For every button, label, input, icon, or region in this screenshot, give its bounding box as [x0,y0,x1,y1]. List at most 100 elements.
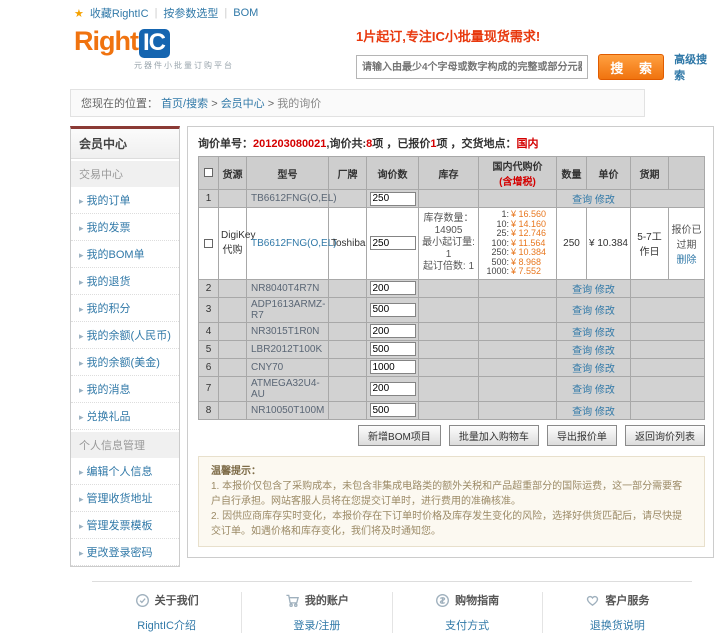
quote-brand: Toshiba [329,208,367,280]
logo[interactable]: RightIC 元器件小批量订购平台 [74,26,320,83]
sidebar-item-my-bom[interactable]: ▸我的BOM单 [71,241,179,268]
row-number: 4 [199,322,219,340]
sidebar: 会员中心 交易中心 ▸我的订单 ▸我的发票 ▸我的BOM单 ▸我的退货 ▸我的积… [70,126,180,567]
query-link[interactable]: 查询 [572,385,592,396]
arrow-icon: ▸ [79,277,84,287]
arrow-icon: ▸ [79,223,84,233]
inquiry-qty-input[interactable] [370,360,416,374]
footer-link-payment-methods[interactable]: 支付方式 [445,617,489,633]
query-link[interactable]: 查询 [572,407,592,418]
sidebar-item-invoice-templates[interactable]: ▸管理发票模板 [71,512,179,539]
favorite-link[interactable]: 收藏RightIC [90,5,149,21]
breadcrumb-home-link[interactable]: 首页/搜索 [161,98,208,110]
search-input[interactable] [356,55,588,79]
quote-lead-time: 5-7工作日 [631,208,669,280]
inquiry-number: 201203080021 [253,138,326,150]
sidebar-item-gifts[interactable]: ▸兑换礼品 [71,403,179,430]
footer-link-rightic-intro[interactable]: RightIC介绍 [137,617,196,633]
breadcrumb-current: 我的询价 [277,98,321,110]
row-model: NR10050T100M [247,401,329,419]
footer-label: 关于我们 [155,592,199,608]
param-select-link[interactable]: 按参数选型 [163,5,218,21]
content-panel: 询价单号：201203080021,询价共:8项 ，已报价1项 ，交货地点：国内… [187,126,714,558]
inquiry-qty-input[interactable] [370,303,416,317]
notice-line: 2. 因供应商库存实时变化，本报价存在下订单时价格及库存发生变化的风险，选择好供… [211,509,692,539]
sidebar-item-edit-profile[interactable]: ▸编辑个人信息 [71,458,179,485]
footer-link-return-policy[interactable]: 退换货说明 [590,617,645,633]
separator: | [224,7,227,19]
back-to-inquiry-list-button[interactable]: 返回询价列表 [625,425,705,446]
sidebar-item-my-messages[interactable]: ▸我的消息 [71,376,179,403]
row-model: NR3015T1R0N [247,322,329,340]
col-actions [669,157,705,190]
breadcrumb-member-link[interactable]: 会员中心 [221,98,265,110]
inquiry-table: 货源 型号 厂牌 询价数 库存 国内代购价(含增税) 数量 单价 货期 1 [198,156,705,420]
quote-model-link[interactable]: TB6612FNG(O,EL) [251,238,337,249]
quote-qty-input[interactable] [370,236,416,250]
modify-link[interactable]: 修改 [595,195,615,206]
col-source: 货源 [219,157,247,190]
query-link[interactable]: 查询 [572,346,592,357]
breadcrumb: 您现在的位置： 首页/搜索 > 会员中心 > 我的询价 [70,89,645,117]
notice-title: 温馨提示： [211,464,692,479]
search-button[interactable]: 搜 索 [598,54,664,80]
sidebar-item-my-returns[interactable]: ▸我的退货 [71,268,179,295]
arrow-icon: ▸ [79,467,84,477]
add-bom-item-button[interactable]: 新增BOM项目 [358,425,441,446]
sidebar-item-my-invoices[interactable]: ▸我的发票 [71,214,179,241]
query-link[interactable]: 查询 [572,306,592,317]
footer-col-about: 关于我们 RightIC介绍 [92,592,241,633]
query-link[interactable]: 查询 [572,285,592,296]
arrow-icon: ▸ [79,196,84,206]
modify-link[interactable]: 修改 [595,285,615,296]
row-model: LBR2012T100K [247,340,329,358]
modify-link[interactable]: 修改 [595,306,615,317]
table-row: 3 ADP1613ARMZ-R7 查询 修改 [199,297,705,322]
sidebar-section-profile: 个人信息管理 [71,432,179,458]
export-quote-button[interactable]: 导出报价单 [547,425,617,446]
modify-link[interactable]: 修改 [595,407,615,418]
footer-link-login-register[interactable]: 登录/注册 [293,617,340,633]
select-all-checkbox[interactable] [204,168,213,177]
logo-tagline: 元器件小批量订购平台 [134,60,320,71]
sidebar-item-balance-usd[interactable]: ▸我的余额(美金) [71,349,179,376]
inquiry-qty-input[interactable] [370,382,416,396]
quote-qty: 250 [557,208,587,280]
table-row: 8 NR10050T100M 查询 修改 [199,401,705,419]
batch-add-to-cart-button[interactable]: 批量加入购物车 [449,425,539,446]
quote-status: 报价已过期 [672,225,702,251]
inquiry-qty-input[interactable] [370,342,416,356]
sidebar-item-my-orders[interactable]: ▸我的订单 [71,187,179,214]
inquiry-qty-input[interactable] [370,324,416,338]
logo-ic: IC [139,29,170,58]
modify-link[interactable]: 修改 [595,328,615,339]
col-stock: 库存 [419,157,479,190]
delete-link[interactable]: 删除 [677,255,697,266]
inquiry-qty-input[interactable] [370,192,416,206]
row-checkbox[interactable] [204,239,213,248]
query-link[interactable]: 查询 [572,328,592,339]
inquiry-qty-input[interactable] [370,281,416,295]
advanced-search-link[interactable]: 高级搜索 [674,51,714,83]
arrow-icon: ▸ [79,385,84,395]
table-row: 1 TB6612FNG(O,EL) 查询 修改 [199,190,705,208]
modify-link[interactable]: 修改 [595,346,615,357]
footer-label: 客户服务 [605,592,649,608]
quote-stock-info: 库存数量：14905 最小起订量: 1 起订倍数: 1 [419,208,479,280]
modify-link[interactable]: 修改 [595,364,615,375]
footer: 关于我们 RightIC介绍 我的账户 登录/注册 购物指南 支付方式 客户服务… [92,581,692,633]
sidebar-item-balance-cny[interactable]: ▸我的余额(人民币) [71,322,179,349]
separator: | [155,7,158,19]
sidebar-item-my-points[interactable]: ▸我的积分 [71,295,179,322]
bom-link[interactable]: BOM [233,7,258,19]
col-brand: 厂牌 [329,157,367,190]
modify-link[interactable]: 修改 [595,385,615,396]
query-link[interactable]: 查询 [572,195,592,206]
query-link[interactable]: 查询 [572,364,592,375]
inquiry-qty-input[interactable] [370,403,416,417]
favorite-star-icon: ★ [74,7,84,20]
col-unit-price: 单价 [587,157,631,190]
footer-col-service: 客户服务 退换货说明 [542,592,692,633]
sidebar-item-addresses[interactable]: ▸管理收货地址 [71,485,179,512]
sidebar-item-change-password[interactable]: ▸更改登录密码 [71,539,179,566]
